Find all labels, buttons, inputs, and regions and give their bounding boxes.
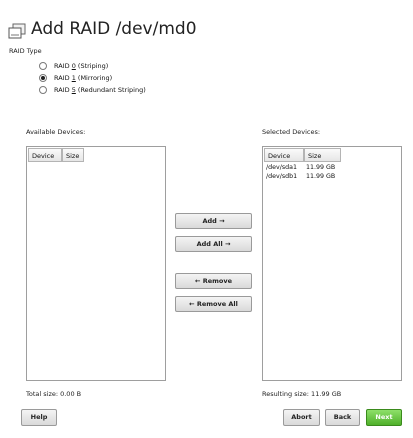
available-devices-label: Available Devices: [26,128,86,136]
radio-button-icon[interactable] [39,62,47,70]
size-cell: 11.99 GB [306,173,336,180]
resulting-size-label: Resulting size: 11.99 GB [262,390,342,398]
page-title: Add RAID /dev/md0 [31,19,197,39]
radio-raid-0[interactable]: RAID 0 (Striping) [39,61,108,71]
total-size-label: Total size: 0.00 B [26,390,82,398]
table-header: Device Size [28,148,84,162]
column-header-size[interactable]: Size [62,148,84,162]
next-button[interactable]: Next [366,409,402,426]
abort-button[interactable]: Abort [283,409,320,426]
radio-raid-1[interactable]: RAID 1 (Mirroring) [39,73,112,83]
help-button[interactable]: Help [21,409,57,426]
hard-disk-icon [8,23,26,39]
device-cell: /dev/sda1 [266,164,297,171]
device-cell: /dev/sdb1 [266,173,298,180]
column-header-device[interactable]: Device [264,148,304,162]
add-button[interactable]: Add → [175,213,252,229]
back-button[interactable]: Back [325,409,360,426]
raid-type-label: RAID Type [9,47,42,55]
remove-all-button[interactable]: ← Remove All [175,296,252,312]
column-header-size[interactable]: Size [304,148,341,162]
radio-label: RAID 0 (Striping) [54,62,109,70]
table-header: Device Size [264,148,341,162]
available-devices-table[interactable]: Device Size [26,146,166,381]
table-row[interactable]: /dev/sda1 11.99 GB [266,164,335,173]
radio-label: RAID 5 (Redundant Striping) [54,86,146,94]
radio-raid-5[interactable]: RAID 5 (Redundant Striping) [39,85,146,95]
remove-button[interactable]: ← Remove [175,273,252,289]
column-header-device[interactable]: Device [28,148,62,162]
add-all-button[interactable]: Add All → [175,236,252,252]
selected-devices-label: Selected Devices: [262,128,321,136]
radio-button-selected-icon[interactable] [39,74,47,82]
table-body: /dev/sda1 11.99 GB /dev/sdb1 11.99 GB [266,164,335,182]
radio-button-icon[interactable] [39,86,47,94]
table-row[interactable]: /dev/sdb1 11.99 GB [266,173,335,182]
selected-devices-table[interactable]: Device Size /dev/sda1 11.99 GB /dev/sdb1… [262,146,402,381]
radio-label: RAID 1 (Mirroring) [54,74,113,82]
size-cell: 11.99 GB [306,164,336,171]
